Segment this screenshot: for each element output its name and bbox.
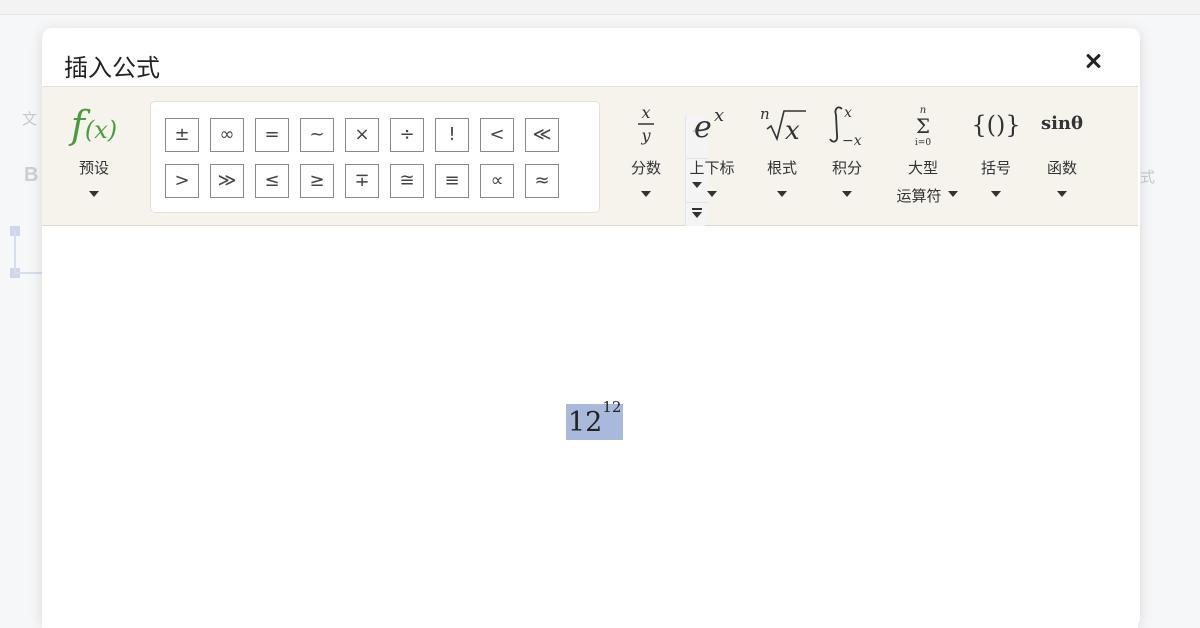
background-bold-button: B: [24, 164, 39, 186]
radical-icon: n x: [760, 105, 806, 143]
symbol-button[interactable]: !: [435, 118, 469, 152]
large-operator-label: 大型: [907, 160, 938, 177]
fraction-dropdown[interactable]: x y 分数: [626, 87, 666, 225]
symbol-button[interactable]: ≈: [525, 164, 559, 198]
bracket-label: 括号: [980, 160, 1011, 177]
symbol-button[interactable]: ≫: [210, 164, 244, 198]
svg-text:{()}: {()}: [972, 111, 1020, 139]
svg-text:i=0: i=0: [915, 138, 931, 148]
integral-label: 积分: [831, 160, 862, 177]
formula-editor[interactable]: 1212: [42, 226, 1138, 628]
symbol-palette: ± ∞ = ~ × ÷! < ≪ > ≫ ≤ ≥ ∓ ≅ ≡ ∝ ≈: [150, 101, 708, 226]
function-dropdown[interactable]: sinθ 函数: [1036, 87, 1088, 225]
symbol-button[interactable]: ~: [300, 118, 334, 152]
preset-label: 预设: [78, 160, 109, 177]
svg-text:y: y: [640, 126, 651, 145]
radical-label: 根式: [766, 160, 797, 177]
svg-text:e: e: [694, 110, 712, 143]
chevron-down-icon: [842, 191, 852, 197]
chevron-down-icon: [641, 191, 651, 197]
selection-outline: [14, 272, 42, 274]
insert-formula-dialog: 插入公式 f(x) 预设 ± ∞ = ~ × ÷! < ≪ > ≫ ≤ ≥ ∓ ≅ ≡ ∝ ≈ x: [42, 28, 1140, 628]
formula-superscript: 12: [602, 398, 622, 416]
script-dropdown[interactable]: e x 上下标: [682, 87, 742, 225]
fraction-label: 分数: [630, 160, 661, 177]
radical-dropdown[interactable]: n x 根式: [754, 87, 810, 225]
large-operator-label-2: 运算符: [896, 188, 942, 205]
chevron-down-icon: [1057, 191, 1067, 197]
background-text-fragment-right: 式: [1140, 169, 1156, 186]
preset-dropdown[interactable]: f(x) 预设: [66, 87, 122, 225]
svg-text:x: x: [785, 116, 800, 143]
fraction-icon: x y: [638, 103, 654, 145]
svg-text:n: n: [760, 105, 770, 123]
integral-dropdown[interactable]: x −x 积分: [824, 87, 870, 225]
formula-base: 12: [568, 407, 603, 438]
symbol-button[interactable]: <: [480, 118, 514, 152]
function-preset-icon: f(x): [70, 103, 118, 147]
chevron-down-icon: [89, 191, 99, 197]
symbol-button[interactable]: ×: [345, 118, 379, 152]
sine-function-icon: sinθ: [1041, 113, 1083, 134]
symbol-button[interactable]: >: [165, 164, 199, 198]
bracket-icon: {()}: [972, 111, 1020, 139]
symbol-button[interactable]: ≪: [525, 118, 559, 152]
svg-text:−x: −x: [842, 133, 862, 147]
background-text-fragment: 文: [22, 111, 38, 128]
bracket-dropdown[interactable]: {()} 括号: [970, 87, 1022, 225]
dialog-title: 插入公式: [64, 55, 160, 82]
background-topbar: [0, 0, 1200, 15]
chevron-down-icon: [707, 191, 717, 197]
symbol-button[interactable]: ≤: [255, 164, 289, 198]
integral-icon: x −x: [829, 105, 862, 147]
symbol-button[interactable]: ≥: [300, 164, 334, 198]
script-label: 上下标: [689, 160, 735, 177]
symbol-button[interactable]: ≅: [390, 164, 424, 198]
symbol-button[interactable]: ∓: [345, 164, 379, 198]
svg-text:Σ: Σ: [916, 114, 930, 138]
close-icon[interactable]: [1078, 46, 1108, 76]
selection-outline: [14, 230, 16, 272]
summation-icon: n Σ i=0: [915, 105, 931, 148]
chevron-down-icon: [777, 191, 787, 197]
svg-text:x: x: [641, 103, 650, 122]
chevron-down-icon: [991, 191, 1001, 197]
function-label: 函数: [1046, 160, 1077, 177]
symbol-button[interactable]: ÷: [390, 118, 424, 152]
formula-selection[interactable]: 1212: [566, 400, 624, 440]
formula-toolbar: f(x) 预设 ± ∞ = ~ × ÷! < ≪ > ≫ ≤ ≥ ∓ ≅ ≡ ∝ ≈ x y 分数: [42, 86, 1138, 226]
symbol-button[interactable]: ∞: [210, 118, 244, 152]
svg-text:sinθ: sinθ: [1041, 113, 1083, 134]
svg-text:x: x: [714, 105, 724, 126]
superscript-icon: e x: [694, 105, 724, 143]
symbol-button[interactable]: ±: [165, 118, 199, 152]
symbol-button[interactable]: =: [255, 118, 289, 152]
symbol-button[interactable]: ≡: [435, 164, 469, 198]
symbol-button[interactable]: ∝: [480, 164, 514, 198]
chevron-down-icon: [948, 191, 958, 197]
large-operator-dropdown[interactable]: n Σ i=0 大型 运算符: [888, 87, 958, 225]
svg-text:x: x: [844, 105, 852, 121]
